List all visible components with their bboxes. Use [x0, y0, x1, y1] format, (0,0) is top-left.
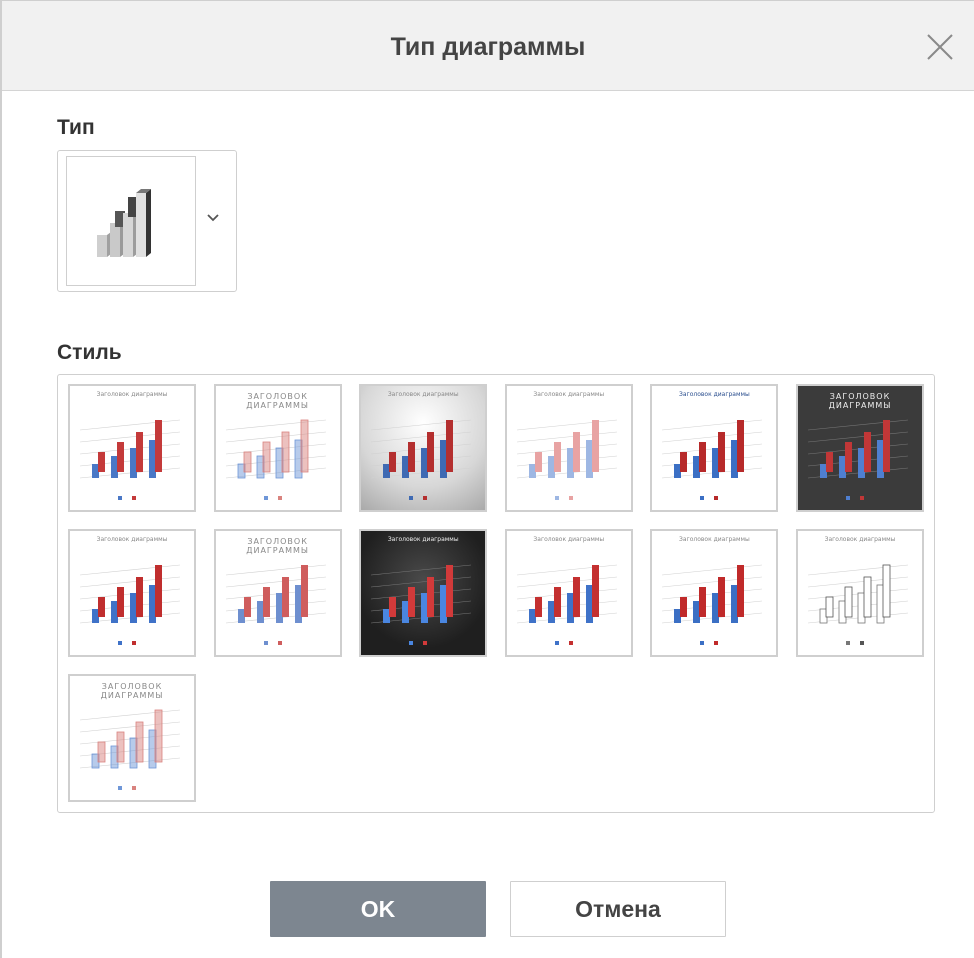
chart-style-thumbnail[interactable]: Заголовок диаграммы	[650, 529, 779, 657]
type-label: Тип	[57, 116, 95, 139]
chart-preview	[79, 709, 181, 790]
chart-style-gallery: Заголовок диаграммы ЗАГОЛОВОК ДИАГРАММЫ За…	[57, 374, 935, 813]
chart-preview	[79, 564, 181, 645]
chart-preview	[807, 564, 909, 645]
chart-style-thumbnail[interactable]: ЗАГОЛОВОК ДИАГРАММЫ	[213, 384, 342, 512]
chart-preview	[225, 564, 326, 645]
chart-preview	[662, 419, 763, 500]
chart-preview	[516, 564, 617, 645]
chart-style-thumbnail[interactable]: ЗАГОЛОВОК ДИАГРАММЫ	[68, 674, 196, 802]
dialog-title: Тип диаграммы	[390, 33, 586, 61]
chart-style-thumbnail[interactable]: Заголовок диаграммы	[504, 529, 633, 657]
chart-style-thumbnail[interactable]: Заголовок диаграммы	[68, 529, 196, 657]
chart-style-thumbnail[interactable]: Заголовок диаграммы	[650, 384, 779, 512]
chart-preview	[371, 419, 472, 500]
dialog-header: Тип диаграммы	[2, 1, 974, 91]
chart-type-dialog: Тип диаграммы Тип Стиль Заголовок диагра…	[0, 0, 974, 958]
3d-column-chart-icon	[97, 189, 151, 257]
chart-style-thumbnail[interactable]: Заголовок диаграммы	[504, 384, 633, 512]
chart-preview	[516, 419, 617, 500]
chart-preview	[225, 419, 326, 500]
chart-type-dropdown[interactable]	[57, 150, 237, 292]
chart-style-thumbnail[interactable]: Заголовок диаграммы	[359, 529, 488, 657]
ok-button[interactable]: OK	[270, 881, 486, 937]
cancel-button[interactable]: Отмена	[510, 881, 726, 937]
chart-style-thumbnail[interactable]: Заголовок диаграммы	[359, 384, 488, 512]
selected-chart-type	[66, 156, 196, 286]
style-label: Стиль	[57, 341, 122, 364]
chart-style-thumbnail[interactable]: Заголовок диаграммы	[796, 529, 924, 657]
chart-preview	[79, 419, 181, 500]
chart-style-thumbnail[interactable]: ЗАГОЛОВОК ДИАГРАММЫ	[796, 384, 924, 512]
chart-style-thumbnail[interactable]: ЗАГОЛОВОК ДИАГРАММЫ	[213, 529, 342, 657]
chart-preview	[807, 419, 909, 500]
chart-style-thumbnail[interactable]: Заголовок диаграммы	[68, 384, 196, 512]
chart-preview	[371, 564, 472, 645]
close-icon[interactable]	[924, 31, 956, 63]
chart-preview	[662, 564, 763, 645]
chevron-down-icon	[207, 214, 219, 222]
